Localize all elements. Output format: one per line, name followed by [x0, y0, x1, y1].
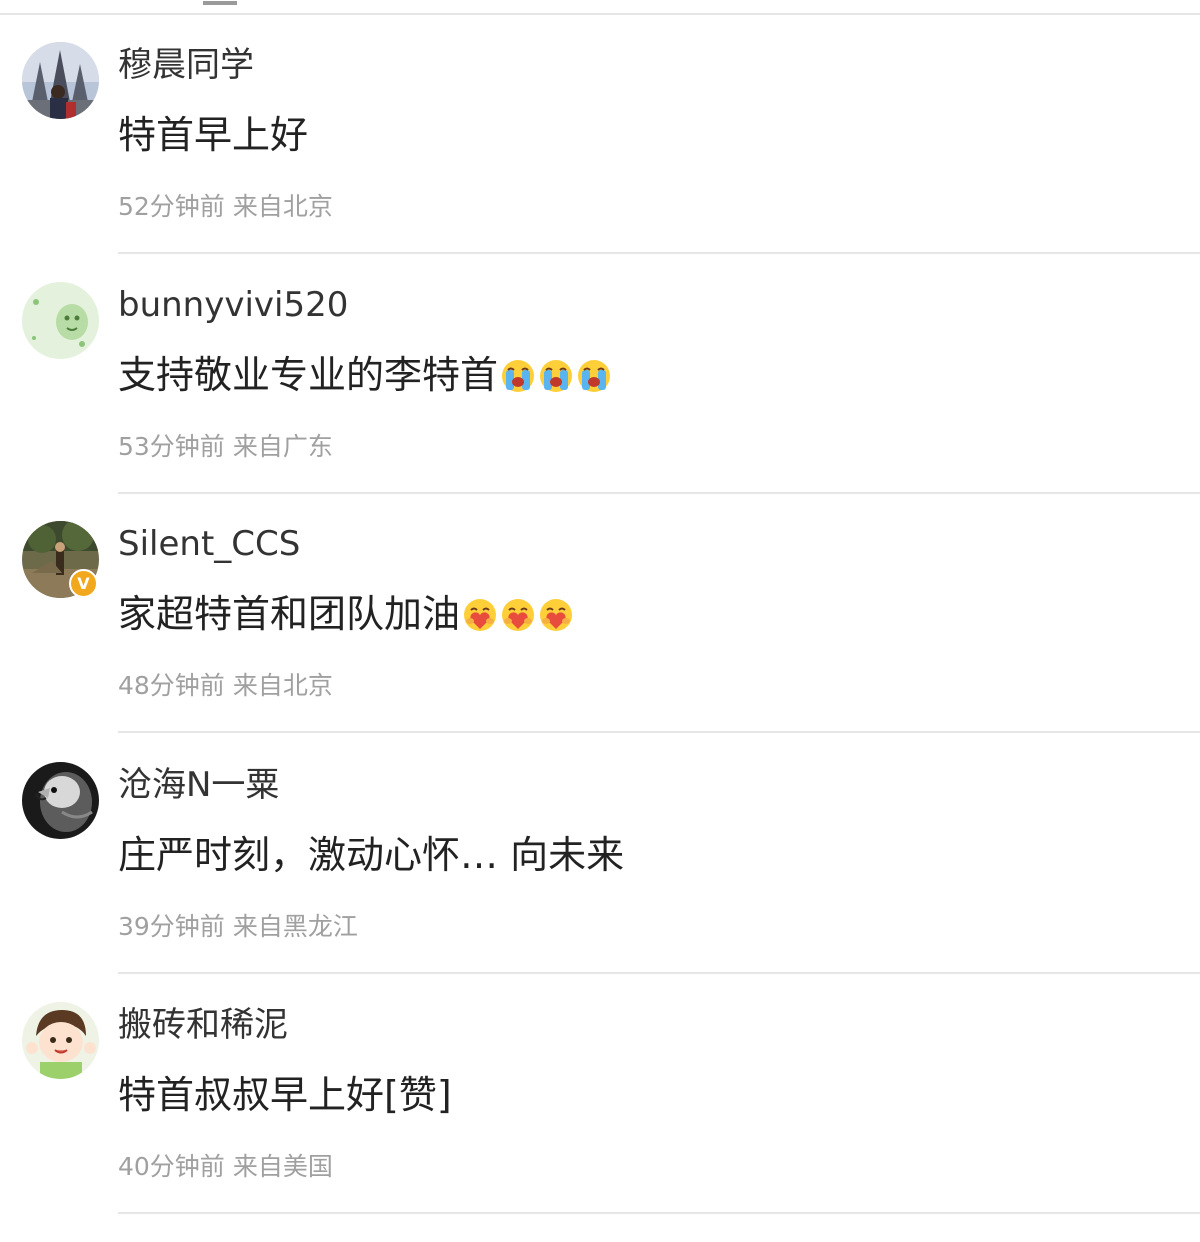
timestamp: 52分钟前 [118, 192, 225, 221]
avatar[interactable] [22, 762, 99, 839]
comment-meta: 40分钟前 来自美国 [118, 1152, 333, 1182]
divider [118, 1212, 1200, 1214]
divider [118, 492, 1200, 494]
username[interactable]: 搬砖和稀泥 [118, 1005, 288, 1045]
cartoon-boy-icon [22, 1002, 99, 1079]
comment-meta: 48分钟前 来自北京 [118, 671, 333, 701]
location: 来自广东 [232, 432, 333, 461]
username[interactable]: Silent_CCS [118, 524, 300, 564]
timestamp: 53分钟前 [118, 432, 225, 461]
comment-text: 特首早上好 [118, 112, 308, 158]
comment-text: 家超特首和团队加油 [118, 591, 576, 643]
comment-text-content: 家超特首和团队加油 [118, 592, 461, 636]
heart-hug-emoji-icon [464, 599, 497, 631]
heart-hug-emoji-icon [540, 599, 573, 631]
comment-text-content: 支持敬业专业的李特首 [118, 353, 499, 397]
verified-badge-icon: V [69, 569, 98, 598]
emoji-row [500, 358, 614, 404]
username[interactable]: bunnyvivi520 [118, 285, 348, 325]
active-tab-indicator [203, 1, 237, 5]
divider [118, 731, 1200, 733]
eagle-icon [22, 762, 99, 839]
timestamp: 40分钟前 [118, 1152, 225, 1181]
emoji-row [462, 597, 576, 643]
username[interactable]: 沧海N一粟 [118, 765, 279, 805]
comment-item: 沧海N一粟 庄严时刻，激动心怀… 向未来 39分钟前 来自黑龙江 [0, 762, 1200, 1002]
crying-emoji-icon [578, 360, 611, 392]
comment-item: 穆晨同学 特首早上好 52分钟前 来自北京 [0, 42, 1200, 282]
location: 来自美国 [232, 1152, 333, 1181]
comment-text: 庄严时刻，激动心怀… 向未来 [118, 832, 624, 878]
comment-item: V Silent_CCS 家超特首和团队加油 48分钟前 来自北京 [0, 521, 1200, 761]
comment-text: 支持敬业专业的李特首 [118, 352, 614, 404]
avatar[interactable] [22, 1002, 99, 1079]
green-cartoon-icon [22, 282, 99, 359]
comment-text-content: 庄严时刻，激动心怀… 向未来 [118, 833, 625, 877]
comment-text: 特首叔叔早上好[赞] [118, 1072, 452, 1118]
timestamp: 39分钟前 [118, 912, 225, 941]
location: 来自北京 [232, 192, 333, 221]
comment-meta: 39分钟前 来自黑龙江 [118, 912, 358, 942]
avatar[interactable] [22, 42, 99, 119]
comment-meta: 53分钟前 来自广东 [118, 432, 333, 462]
castle-portrait-icon [22, 42, 99, 119]
timestamp: 48分钟前 [118, 671, 225, 700]
location: 来自黑龙江 [232, 912, 358, 941]
comment-meta: 52分钟前 来自北京 [118, 192, 333, 222]
crying-emoji-icon [502, 360, 535, 392]
comment-text-content: 特首叔叔早上好[赞] [118, 1073, 452, 1117]
divider [118, 252, 1200, 254]
comment-item: 搬砖和稀泥 特首叔叔早上好[赞] 40分钟前 来自美国 [0, 1002, 1200, 1242]
top-divider [0, 13, 1200, 15]
divider [118, 972, 1200, 974]
username[interactable]: 穆晨同学 [118, 45, 254, 85]
comment-item: bunnyvivi520 支持敬业专业的李特首 53分钟前 来自广东 [0, 282, 1200, 522]
crying-emoji-icon [540, 360, 573, 392]
heart-hug-emoji-icon [502, 599, 535, 631]
location: 来自北京 [232, 671, 333, 700]
avatar[interactable] [22, 282, 99, 359]
comment-text-content: 特首早上好 [118, 113, 309, 157]
